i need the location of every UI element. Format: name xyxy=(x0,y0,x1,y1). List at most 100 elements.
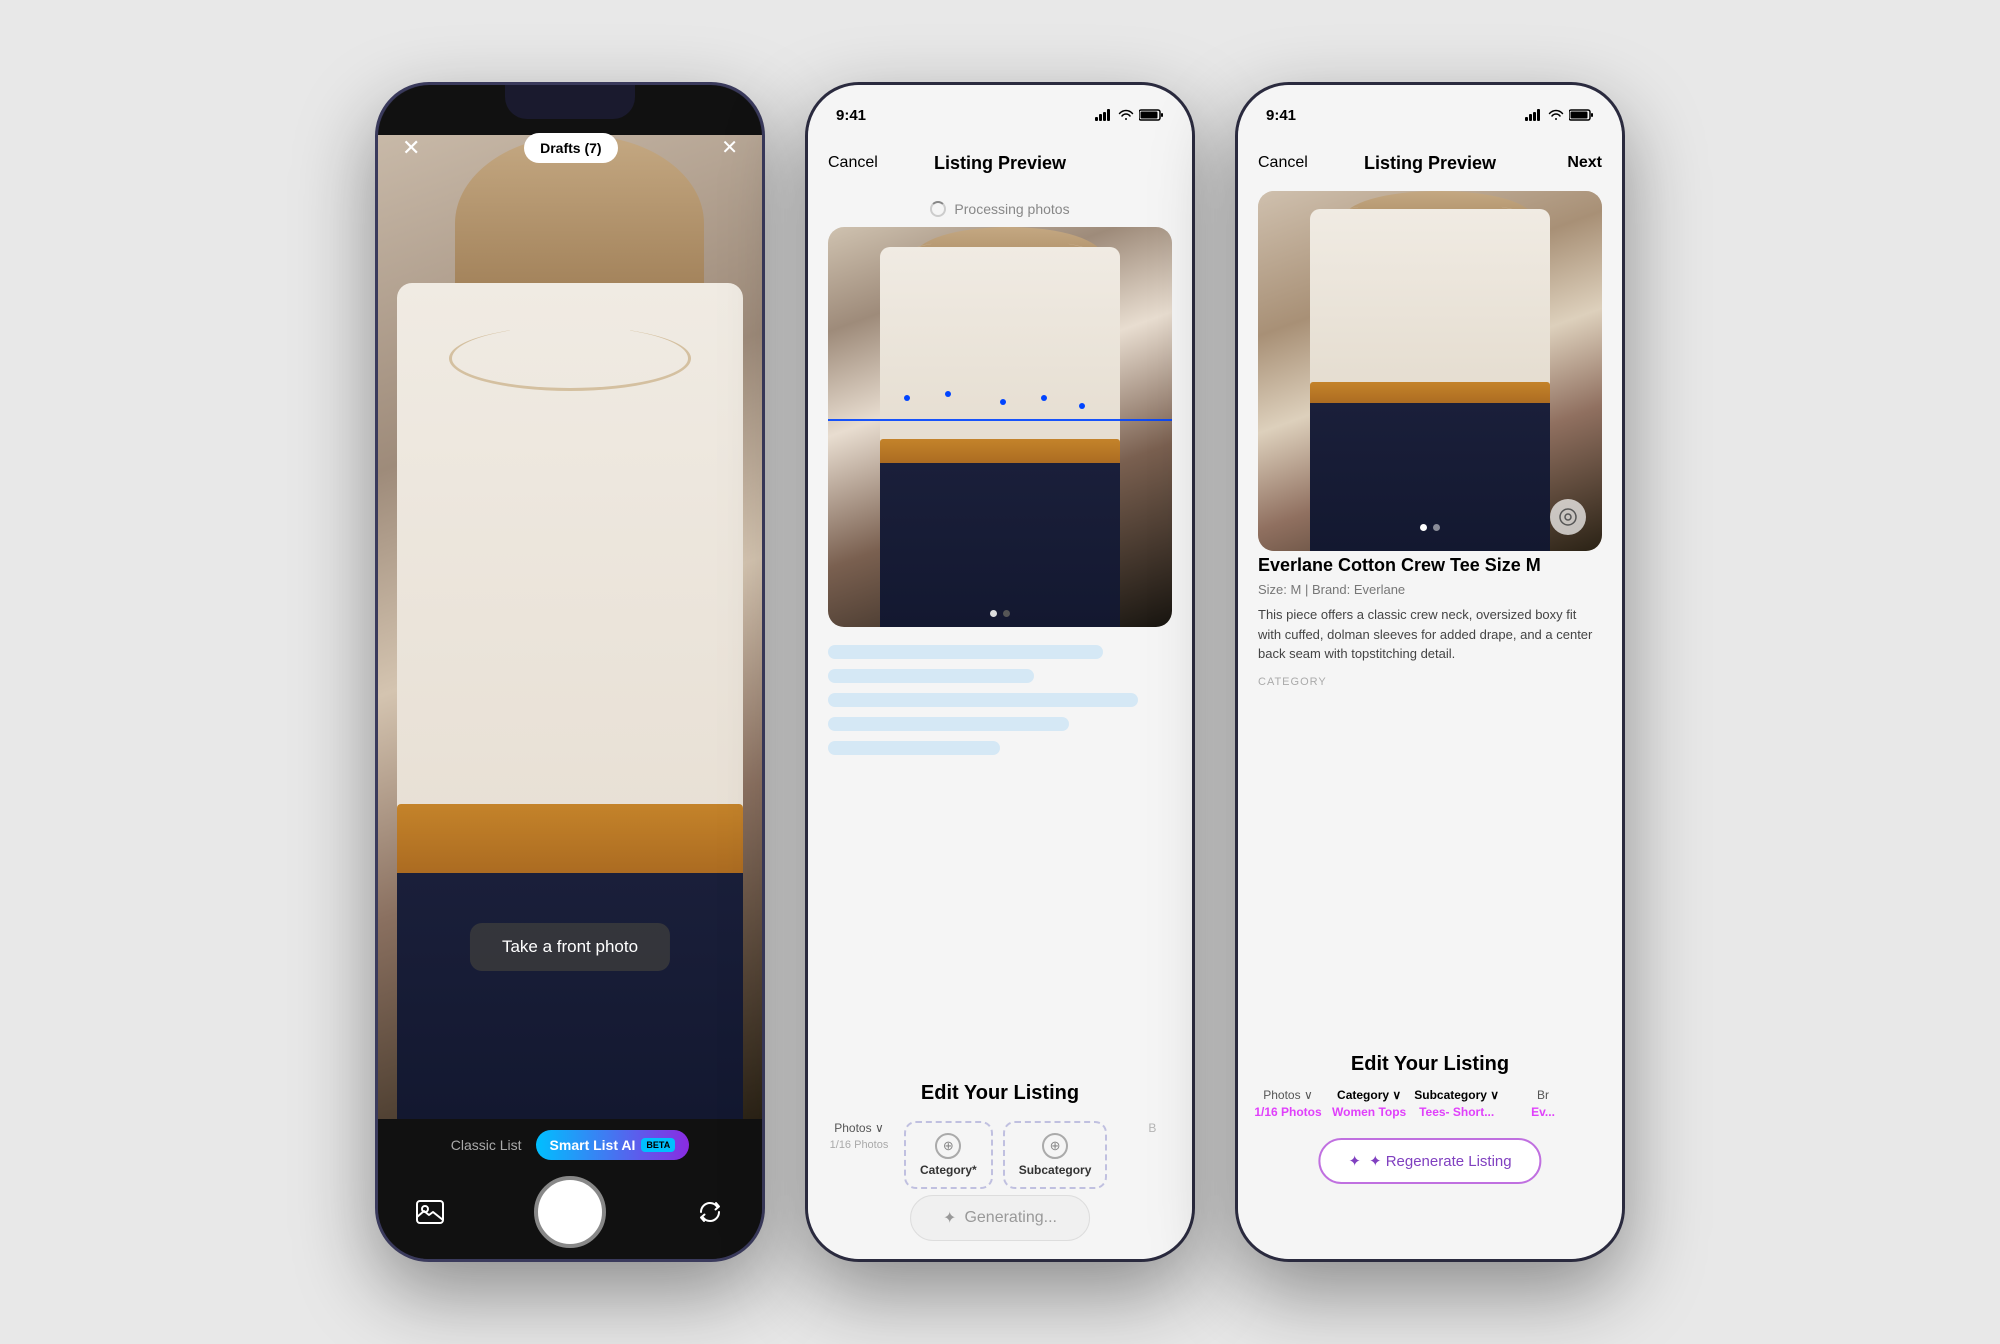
brand-label-3: Br xyxy=(1537,1088,1549,1102)
cancel-button-3[interactable]: Cancel xyxy=(1258,154,1308,172)
person-pants xyxy=(397,873,743,1119)
phone3-header: Cancel Listing Preview Next xyxy=(1238,135,1622,191)
brand-tab-3[interactable]: Br Ev... xyxy=(1507,1088,1579,1119)
photo-container-3 xyxy=(1258,191,1602,551)
brand-tab[interactable]: B xyxy=(1117,1121,1187,1189)
load-block-2 xyxy=(828,669,1034,683)
edit-section-3: Edit Your Listing Photos ∨ 1/16 Photos C… xyxy=(1238,1053,1622,1119)
category-label-3: Category ∨ xyxy=(1337,1088,1401,1102)
generating-label: Generating... xyxy=(964,1209,1057,1227)
load-block-5 xyxy=(828,741,1000,755)
sparkle-icon-3: ✦ xyxy=(1348,1152,1361,1170)
scan-dot-2 xyxy=(945,391,951,397)
signal-icon-3 xyxy=(1525,109,1543,121)
take-photo-text: Take a front photo xyxy=(502,937,638,956)
phone3-time: 9:41 xyxy=(1266,107,1296,124)
person-belt xyxy=(397,804,743,883)
photos-tab-label: Photos ∨ xyxy=(834,1121,883,1135)
phone2-notch xyxy=(935,85,1065,119)
load-block-1 xyxy=(828,645,1103,659)
beta-badge: BETA xyxy=(641,1138,675,1152)
battery-icon-3 xyxy=(1569,109,1594,121)
scan-dot-3 xyxy=(1000,399,1006,405)
phone3-screen: 9:41 xyxy=(1238,85,1622,1259)
regenerate-button[interactable]: ✦ ✦ Regenerate Listing xyxy=(1318,1138,1541,1184)
phone2-header: Cancel Listing Preview xyxy=(808,135,1192,191)
phone1-screen: Take a front photo ✕ Drafts (7) ✕ Classi… xyxy=(378,85,762,1259)
phone3-status-icons xyxy=(1525,109,1594,121)
battery-icon xyxy=(1139,109,1164,121)
p2-shirt xyxy=(880,247,1121,447)
photos-tab-sub: 1/16 Photos xyxy=(830,1139,889,1151)
photos-sub-3: 1/16 Photos xyxy=(1254,1105,1321,1119)
wifi-icon-3 xyxy=(1548,109,1564,121)
signal-icon xyxy=(1095,109,1113,121)
camera-bottombar: Classic List Smart List AI BETA xyxy=(378,1119,762,1259)
processing-text: Processing photos xyxy=(954,201,1069,217)
load-block-4 xyxy=(828,717,1069,731)
category-sub-3: Women Tops xyxy=(1332,1105,1406,1119)
listing-title: Everlane Cotton Crew Tee Size M xyxy=(1258,555,1602,576)
flip-camera-button[interactable] xyxy=(696,1200,724,1224)
listing-meta: Size: M | Brand: Everlane xyxy=(1258,582,1602,597)
subcategory-tab-3[interactable]: Subcategory ∨ Tees- Short... xyxy=(1414,1088,1499,1119)
photo-dot-2 xyxy=(1003,610,1010,617)
subcategory-tab[interactable]: ⊕ Subcategory xyxy=(1003,1121,1108,1189)
camera-controls xyxy=(416,1176,723,1248)
photo-container-2 xyxy=(828,227,1172,627)
edit-section-2: Edit Your Listing Photos ∨ 1/16 Photos ⊕… xyxy=(808,1082,1192,1189)
photo-dots xyxy=(990,610,1010,617)
category-section-label: CATEGORY xyxy=(1258,676,1602,688)
photo-person-3 xyxy=(1258,191,1602,551)
close-button[interactable]: ✕ xyxy=(402,135,420,161)
classic-mode-label[interactable]: Classic List xyxy=(451,1137,522,1153)
sparkle-icon: ✦ xyxy=(943,1208,956,1228)
scan-line xyxy=(828,419,1172,421)
listing-description: This piece offers a classic crew neck, o… xyxy=(1258,605,1602,664)
smart-mode-button[interactable]: Smart List AI BETA xyxy=(536,1130,690,1160)
category-tab[interactable]: ⊕ Category* xyxy=(904,1121,993,1189)
loading-skeleton xyxy=(828,645,1172,765)
drafts-button[interactable]: Drafts (7) xyxy=(524,133,617,163)
photos-tab-3[interactable]: Photos ∨ 1/16 Photos xyxy=(1252,1088,1324,1119)
next-button[interactable]: Next xyxy=(1567,154,1602,172)
phone2-time: 9:41 xyxy=(836,107,866,124)
subcategory-tab-label: Subcategory xyxy=(1019,1163,1092,1177)
photo-person-2 xyxy=(828,227,1172,627)
flash-button[interactable]: ✕ xyxy=(721,135,738,160)
gallery-button[interactable] xyxy=(416,1200,444,1224)
phone-2: 9:41 xyxy=(805,82,1195,1262)
photo3-dots xyxy=(1420,524,1440,531)
category-tab-3[interactable]: Category ∨ Women Tops xyxy=(1332,1088,1406,1119)
subcategory-icon: ⊕ xyxy=(1042,1133,1068,1159)
load-block-3 xyxy=(828,693,1138,707)
subcategory-label-3: Subcategory ∨ xyxy=(1414,1088,1499,1102)
edit-photo-button[interactable] xyxy=(1550,499,1586,535)
shutter-button[interactable] xyxy=(534,1176,606,1248)
photos-tab[interactable]: Photos ∨ 1/16 Photos xyxy=(824,1121,894,1189)
listing-preview-title: Listing Preview xyxy=(934,153,1066,174)
edit-tabs-2: Photos ∨ 1/16 Photos ⊕ Category* ⊕ Subca… xyxy=(808,1121,1192,1189)
cancel-button[interactable]: Cancel xyxy=(828,154,878,172)
mode-toggle: Classic List Smart List AI BETA xyxy=(451,1130,689,1160)
brand-tab-label: B xyxy=(1148,1121,1156,1135)
person-shirt xyxy=(397,283,743,824)
phone-3: 9:41 xyxy=(1235,82,1625,1262)
person-chain xyxy=(449,326,691,391)
photo-dot-1 xyxy=(990,610,997,617)
phone2-status-icons xyxy=(1095,109,1164,121)
phone1-notch xyxy=(505,85,635,119)
take-photo-overlay: Take a front photo xyxy=(470,923,670,971)
p2-pants xyxy=(880,463,1121,627)
category-icon: ⊕ xyxy=(935,1133,961,1159)
phone2-screen: 9:41 xyxy=(808,85,1192,1259)
photos-label-3: Photos ∨ xyxy=(1263,1088,1312,1102)
listing-preview-title-3: Listing Preview xyxy=(1364,153,1496,174)
photo3-dot-1 xyxy=(1420,524,1427,531)
regen-label: ✦ Regenerate Listing xyxy=(1369,1152,1512,1170)
phone-1: Take a front photo ✕ Drafts (7) ✕ Classi… xyxy=(375,82,765,1262)
processing-indicator: Processing photos xyxy=(808,191,1192,227)
edit-title-3: Edit Your Listing xyxy=(1238,1053,1622,1076)
subcategory-sub-3: Tees- Short... xyxy=(1419,1105,1494,1119)
camera-viewfinder: Take a front photo xyxy=(378,135,762,1119)
